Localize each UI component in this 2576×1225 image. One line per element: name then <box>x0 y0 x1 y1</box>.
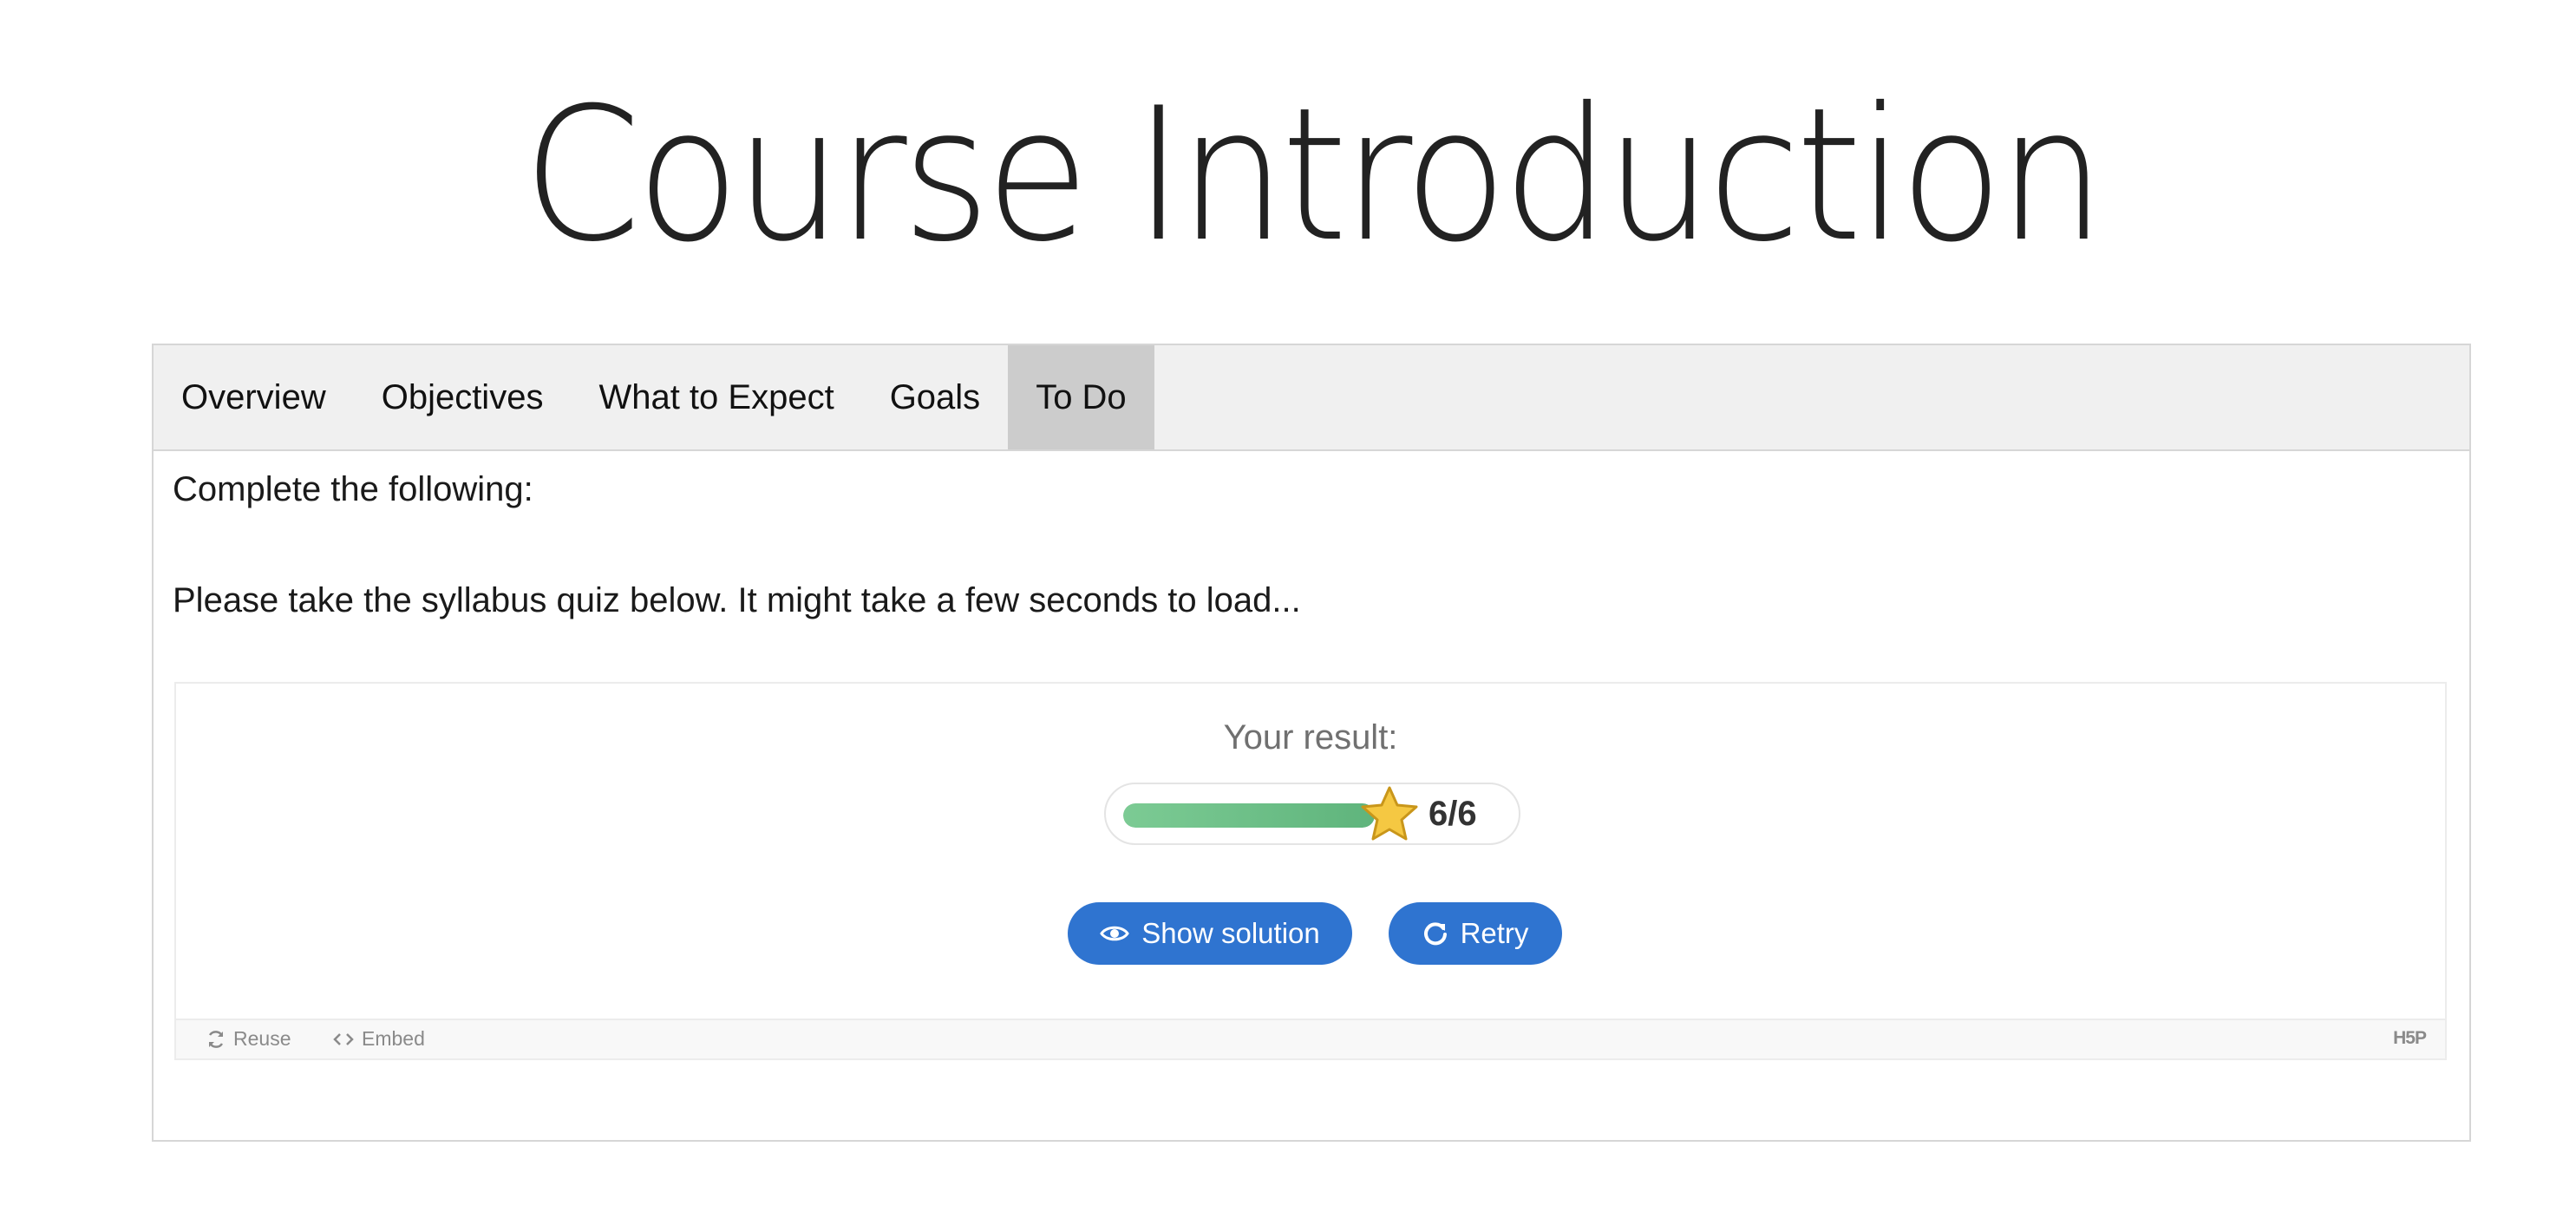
tabs-panel: Overview Objectives What to Expect Goals… <box>152 344 2471 1142</box>
reuse-icon <box>206 1029 226 1050</box>
tab-bar: Overview Objectives What to Expect Goals… <box>154 345 2469 451</box>
retry-label: Retry <box>1460 917 1529 949</box>
score-bar: 6/6 <box>1104 783 1520 845</box>
score-progress-track <box>1123 803 1375 828</box>
tab-content: Complete the following: Please take the … <box>173 451 2450 1140</box>
quiz-footer: Reuse Embed H5P <box>176 1019 2445 1058</box>
eye-icon <box>1100 924 1130 943</box>
instruction-text: Please take the syllabus quiz below. It … <box>173 581 1301 619</box>
page-title: Course Introduction <box>522 68 2106 282</box>
score-text: 6/6 <box>1429 795 1477 833</box>
tab-to-do[interactable]: To Do <box>1008 345 1154 449</box>
embed-icon <box>332 1031 355 1048</box>
instruction-heading: Complete the following: <box>173 470 533 508</box>
tab-what-to-expect[interactable]: What to Expect <box>571 345 861 449</box>
result-label: Your result: <box>1223 718 1398 757</box>
show-solution-button[interactable]: Show solution <box>1068 902 1352 965</box>
embed-link[interactable]: Embed <box>332 1027 425 1051</box>
tab-overview[interactable]: Overview <box>154 345 354 449</box>
reuse-link[interactable]: Reuse <box>206 1027 291 1051</box>
page: Course Introduction Overview Objectives … <box>0 0 2576 1225</box>
show-solution-label: Show solution <box>1141 917 1320 949</box>
tab-objectives[interactable]: Objectives <box>354 345 572 449</box>
retry-button[interactable]: Retry <box>1389 902 1562 965</box>
tab-goals[interactable]: Goals <box>862 345 1009 449</box>
quiz-frame: Your result: 6/6 Show solution Retry Reu… <box>174 682 2447 1060</box>
h5p-logo[interactable]: H5P <box>2393 1028 2427 1049</box>
reuse-label: Reuse <box>233 1027 291 1050</box>
retry-icon <box>1422 920 1448 947</box>
star-icon <box>1359 784 1420 845</box>
score-progress-fill <box>1123 803 1375 828</box>
embed-label: Embed <box>362 1027 425 1050</box>
